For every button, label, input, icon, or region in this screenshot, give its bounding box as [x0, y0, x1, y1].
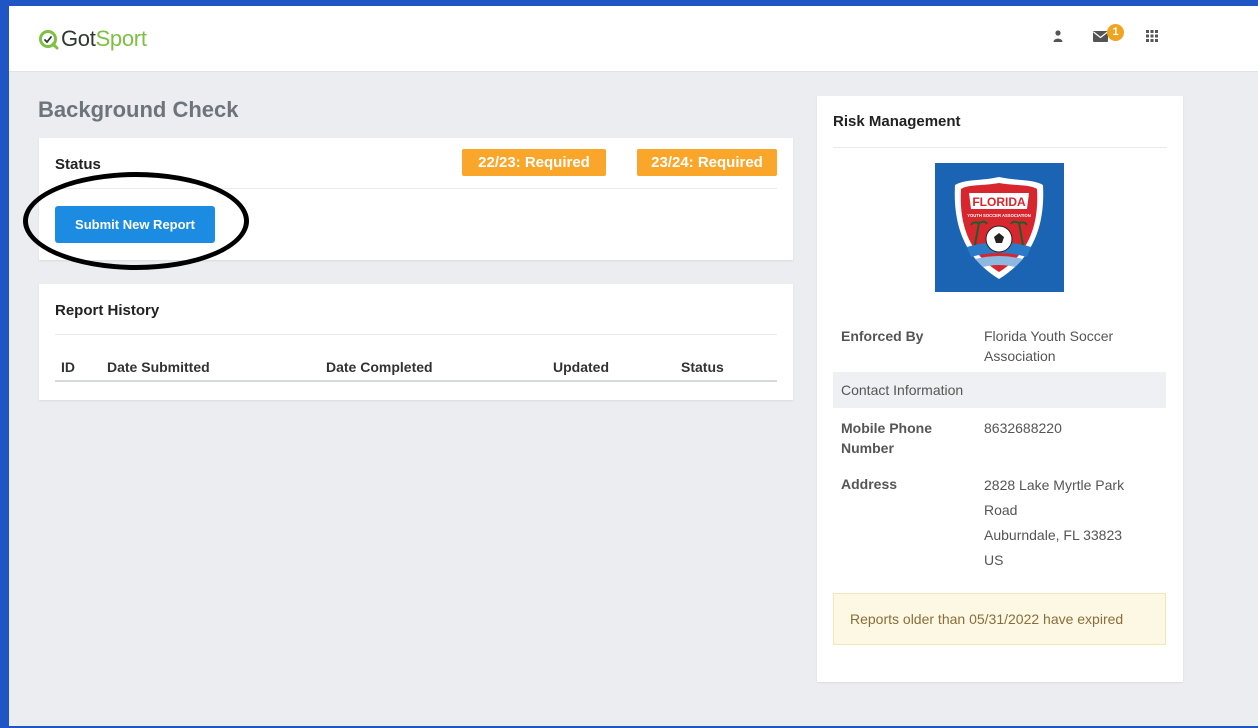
status-badge-2324: 23/24: Required: [637, 149, 777, 176]
user-icon[interactable]: [1053, 30, 1063, 42]
column-header-date-submitted[interactable]: Date Submitted: [107, 359, 210, 375]
contact-information-header: Contact Information: [833, 372, 1166, 408]
crest-subtitle-text: YOUTH SOCCER ASSOCIATION: [967, 213, 1031, 218]
status-title: Status: [55, 156, 101, 173]
address-line: Road: [984, 502, 1018, 518]
address-line: 2828 Lake Myrtle Park: [984, 477, 1125, 493]
column-header-id[interactable]: ID: [61, 359, 75, 375]
mobile-phone-label: Mobile Phone Number: [841, 420, 932, 456]
brand-name-part2: Sport: [95, 26, 147, 51]
column-header-date-completed[interactable]: Date Completed: [326, 359, 433, 375]
notification-badge: 1: [1107, 23, 1124, 41]
address-line: US: [984, 552, 1004, 568]
divider: [55, 188, 777, 189]
report-history-card: Report History ID Date Submitted Date Co…: [39, 284, 793, 400]
status-card: Status 22/23: Required 23/24: Required S…: [39, 138, 793, 260]
mail-icon[interactable]: 1: [1093, 23, 1124, 42]
gotsport-logo[interactable]: Got Sport: [37, 24, 147, 54]
risk-management-card: Risk Management FLORIDA YOUTH SOCCER ASS…: [817, 96, 1183, 682]
crest-icon: FLORIDA YOUTH SOCCER ASSOCIATION: [954, 177, 1044, 279]
page-title: Background Check: [38, 97, 239, 122]
enforced-by-value: Florida Youth Soccer Association: [984, 328, 1114, 364]
address-value: 2828 Lake Myrtle Park Road Auburndale, F…: [984, 473, 1159, 573]
apps-grid-icon[interactable]: [1146, 30, 1158, 42]
brand-name-part1: Got: [61, 26, 96, 51]
address-line: Auburndale, FL 33823: [984, 527, 1123, 543]
report-history-title: Report History: [55, 302, 160, 319]
status-badge-2223: 22/23: Required: [462, 149, 606, 176]
crest-title-text: FLORIDA: [972, 195, 1026, 209]
top-navbar: Got Sport 1: [9, 6, 1258, 72]
mobile-phone-value: 8632688220: [984, 420, 1062, 436]
address-label: Address: [841, 476, 898, 492]
column-header-updated[interactable]: Updated: [553, 359, 609, 375]
gotsport-logo-icon: [39, 30, 59, 50]
risk-management-title: Risk Management: [833, 113, 961, 130]
florida-youth-soccer-logo: FLORIDA YOUTH SOCCER ASSOCIATION: [935, 163, 1064, 292]
table-header-underline: [55, 380, 777, 382]
enforced-by-label: Enforced By: [841, 328, 924, 344]
divider: [833, 147, 1167, 148]
column-header-status[interactable]: Status: [681, 359, 724, 375]
expiry-alert: Reports older than 05/31/2022 have expir…: [833, 593, 1166, 645]
divider: [55, 334, 777, 335]
submit-new-report-button[interactable]: Submit New Report: [55, 206, 215, 243]
